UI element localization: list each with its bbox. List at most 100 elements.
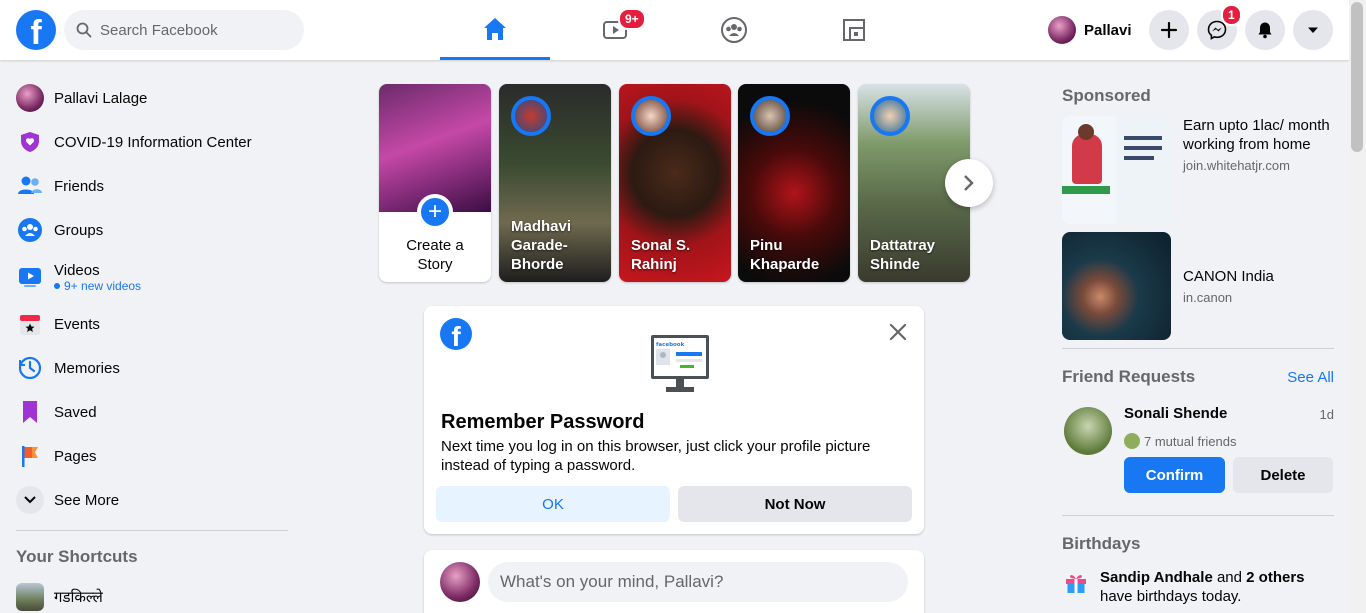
sidebar-item-profile[interactable]: Pallavi Lalage (8, 76, 298, 120)
sidebar-item-label: Groups (54, 221, 104, 239)
sidebar-item-label: Saved (54, 403, 97, 421)
flag-icon (22, 446, 38, 467)
covid-shield-icon (21, 132, 39, 152)
sidebar-item-label: Friends (54, 177, 105, 195)
remember-password-card: f facebook Remember Password Next time y… (424, 306, 924, 534)
story-avatar (631, 96, 671, 136)
notifications-button[interactable] (1245, 10, 1285, 50)
sidebar-item-events[interactable]: Events (8, 302, 298, 346)
avatar (440, 562, 480, 602)
birthday-item[interactable]: Sandip Andhale and 2 others have birthda… (1062, 568, 1334, 606)
shortcut-item[interactable]: गडकिल्ले (8, 575, 298, 613)
video-icon (19, 268, 41, 287)
clock-memories-icon (18, 356, 42, 380)
avatar (16, 84, 44, 112)
watch-badge: 9+ (618, 8, 646, 30)
sidebar-item-groups[interactable]: Groups (8, 208, 298, 252)
shortcuts-title: Your Shortcuts (16, 547, 138, 566)
profile-shortcut[interactable]: Pallavi (1048, 12, 1132, 48)
messenger-badge: 1 (1221, 4, 1242, 26)
monitor-illustration-icon: facebook (651, 335, 709, 392)
remember-password-title: Remember Password (441, 411, 645, 433)
post-composer: What's on your mind, Pallavi? (424, 550, 924, 613)
request-time: 1d (1319, 407, 1334, 422)
left-sidebar: Pallavi Lalage COVID-19 Information Cent… (8, 76, 298, 613)
chevron-down-icon (16, 486, 44, 514)
story-card[interactable]: Pinu Khaparde (738, 84, 850, 282)
confirm-button[interactable]: Confirm (1124, 457, 1225, 493)
ad-title: Earn upto 1lac/ month working from home (1183, 117, 1330, 153)
divider (16, 530, 288, 531)
sidebar-item-label: Events (54, 315, 100, 333)
sidebar-item-label: Memories (54, 359, 120, 377)
avatar[interactable] (1064, 407, 1112, 455)
see-all-link[interactable]: See All (1287, 369, 1334, 386)
post-composer-input[interactable]: What's on your mind, Pallavi? (488, 562, 908, 602)
sidebar-item-videos[interactable]: Videos 9+ new videos (8, 252, 298, 302)
messenger-button[interactable]: 1 (1197, 4, 1242, 50)
tab-watch[interactable]: 9+ (560, 0, 670, 60)
requester-name[interactable]: Sonali Shende (1124, 405, 1227, 422)
plus-icon: + (417, 194, 453, 230)
friend-request-item: Sonali Shende 1d 7 mutual friends Confir… (1062, 397, 1334, 507)
sidebar-see-more[interactable]: See More (8, 478, 298, 522)
ad-image (1062, 232, 1171, 340)
stories-next-button[interactable] (945, 159, 993, 207)
home-icon (484, 17, 506, 40)
story-avatar (870, 96, 910, 136)
search-icon (76, 22, 92, 38)
top-navigation-bar: f 9+ Pallavi 1 (0, 0, 1349, 60)
sponsored-title: Sponsored (1062, 86, 1151, 105)
sidebar-item-pages[interactable]: Pages (8, 434, 298, 478)
delete-button[interactable]: Delete (1233, 457, 1333, 493)
close-icon[interactable] (888, 322, 908, 342)
bell-icon (1258, 22, 1272, 39)
calendar-icon (20, 315, 40, 335)
create-button[interactable] (1149, 10, 1189, 50)
search-input[interactable] (100, 21, 280, 39)
sidebar-item-label: Videos (54, 261, 100, 279)
mutual-friends: 7 mutual friends (1124, 433, 1237, 449)
search-box[interactable] (64, 10, 304, 50)
story-card[interactable]: Madhavi Garade- Bhorde (499, 84, 611, 282)
tab-home[interactable] (440, 0, 550, 60)
story-image (379, 84, 491, 212)
sidebar-item-saved[interactable]: Saved (8, 390, 298, 434)
account-menu-button[interactable] (1293, 10, 1333, 50)
facebook-logo-icon[interactable]: f (16, 10, 56, 50)
tab-groups[interactable] (679, 0, 789, 60)
plus-icon (1160, 21, 1178, 39)
chevron-right-icon (964, 175, 974, 191)
story-avatar (750, 96, 790, 136)
shortcut-label: गडकिल्ले (54, 589, 103, 606)
not-now-button[interactable]: Not Now (678, 486, 912, 522)
sidebar-item-friends[interactable]: Friends (8, 164, 298, 208)
shortcut-thumbnail (16, 583, 44, 611)
new-videos-count: 9+ new videos (54, 279, 141, 293)
sidebar-item-covid[interactable]: COVID-19 Information Center (8, 120, 298, 164)
scrollbar-thumb[interactable] (1351, 2, 1363, 152)
story-card[interactable]: Sonal S. Rahinj (619, 84, 731, 282)
story-author: Pinu Khaparde (750, 237, 820, 273)
gaming-icon (843, 19, 865, 41)
groups-icon (721, 17, 747, 43)
mutual-avatar-icon (1124, 433, 1140, 449)
ok-button[interactable]: OK (436, 486, 670, 522)
profile-name: Pallavi (1084, 21, 1132, 39)
groups-icon (18, 218, 42, 242)
page-scrollbar[interactable] (1349, 0, 1366, 613)
remember-password-description: Next time you log in on this browser, ju… (441, 438, 871, 474)
story-avatar (511, 96, 551, 136)
ad-item[interactable]: CANON India in.canon (1062, 232, 1334, 340)
story-author: Madhavi Garade- Bhorde (511, 218, 572, 273)
ad-image (1062, 116, 1171, 224)
story-author: Sonal S. Rahinj (631, 237, 691, 273)
bookmark-icon (23, 401, 37, 423)
sidebar-item-memories[interactable]: Memories (8, 346, 298, 390)
birthdays-title: Birthdays (1062, 534, 1141, 553)
friends-icon (18, 176, 42, 194)
create-story-card[interactable]: + Create a Story (379, 84, 491, 282)
ad-item[interactable]: Earn upto 1lac/ month working from home … (1062, 116, 1334, 224)
facebook-logo-icon: f (440, 318, 472, 350)
tab-gaming[interactable] (799, 0, 909, 60)
